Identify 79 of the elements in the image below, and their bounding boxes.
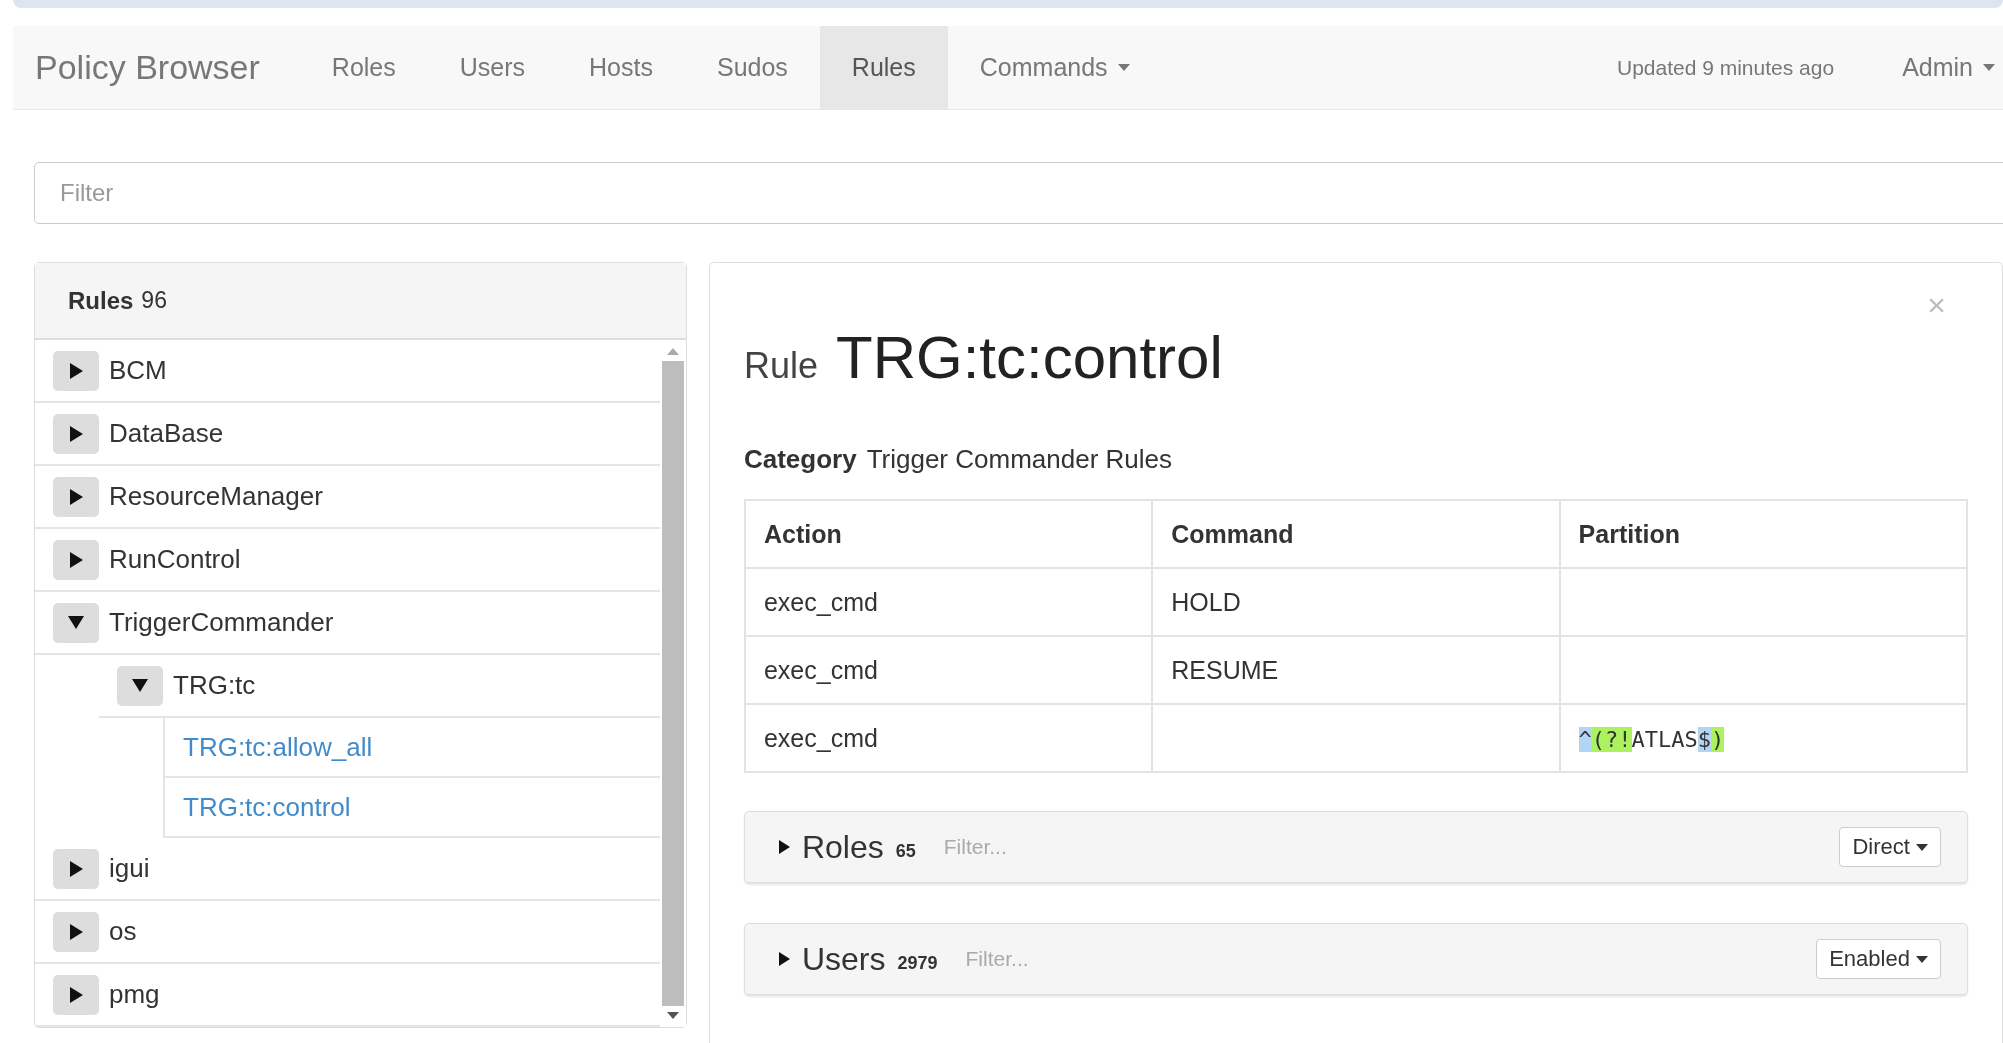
section-toggle[interactable]: Roles	[778, 828, 884, 866]
caret-icon	[1117, 64, 1130, 71]
tree-row[interactable]: RunControl	[35, 529, 660, 592]
caret-right-icon	[69, 923, 83, 940]
caret-right-icon	[778, 952, 790, 966]
tree-row[interactable]: ResourceManager	[35, 466, 660, 529]
expand-toggle[interactable]	[53, 974, 99, 1015]
table-cell: exec_cmd	[763, 723, 878, 752]
expand-toggle[interactable]	[53, 911, 99, 952]
tree-row[interactable]: TRG:tc:allow_all	[163, 718, 660, 778]
caret-icon	[1983, 64, 1995, 71]
group-name: TRG:tc	[173, 670, 256, 701]
column-header: Partition	[1559, 500, 1967, 568]
nav-link[interactable]: Sudos	[684, 26, 820, 109]
caret-icon	[1915, 955, 1928, 963]
regex-pattern: ^(?!ATLAS$)	[1578, 726, 1725, 752]
update-status: Updated 9 minutes ago	[1616, 54, 1836, 81]
category-label: Category	[743, 444, 857, 475]
caret-right-icon	[69, 551, 83, 568]
section-dropdown[interactable]: Enabled	[1816, 939, 1941, 979]
group-name: igui	[109, 853, 150, 884]
tree-row[interactable]: TriggerCommander	[35, 592, 660, 655]
section-count: 2979	[897, 952, 938, 974]
caret-down-icon	[132, 679, 148, 692]
group-name: BCM	[109, 355, 167, 386]
table-cell: RESUME	[1171, 655, 1279, 684]
caret-right-icon	[69, 425, 83, 442]
rule-link[interactable]: TRG:tc:allow_all	[183, 731, 373, 763]
nav-link[interactable]: Rules	[819, 26, 948, 109]
caret-right-icon	[69, 488, 83, 505]
caret-right-icon	[778, 840, 790, 854]
expand-toggle[interactable]	[53, 539, 99, 580]
tree-row[interactable]: os	[35, 901, 660, 964]
group-name: DataBase	[109, 418, 224, 449]
rule-link[interactable]: TRG:tc:control	[183, 791, 351, 823]
group-name: RunControl	[109, 544, 241, 575]
expand-toggle[interactable]	[53, 602, 99, 643]
caret-right-icon	[69, 860, 83, 877]
panel-title: Rules	[68, 286, 134, 315]
expand-toggle[interactable]	[53, 413, 99, 454]
nav-link[interactable]: Users	[427, 26, 558, 109]
section-toggle[interactable]: Users	[778, 940, 886, 978]
category-value: Trigger Commander Rules	[866, 444, 1172, 475]
nav-dropdown[interactable]: Commands	[947, 26, 1162, 109]
tree-row[interactable]: TRG:tc	[99, 655, 660, 718]
caret-icon	[1915, 843, 1928, 851]
heading-prefix: Rule	[743, 345, 818, 387]
group-name: os	[109, 916, 137, 947]
caret-right-icon	[69, 362, 83, 379]
caret-right-icon	[69, 986, 83, 1003]
expand-toggle[interactable]	[53, 848, 99, 889]
scroll-down-icon[interactable]	[666, 1012, 679, 1019]
tree-row[interactable]: DataBase	[35, 403, 660, 466]
group-name: TriggerCommander	[109, 607, 334, 638]
expand-toggle[interactable]	[53, 476, 99, 517]
section-dropdown[interactable]: Direct	[1839, 827, 1941, 867]
tree-row[interactable]: TRG:tc:control	[163, 778, 660, 838]
tree-row[interactable]: BCM	[35, 340, 660, 403]
expand-toggle[interactable]	[117, 665, 163, 706]
brand-link[interactable]: Policy Browser	[13, 26, 300, 109]
scroll-thumb[interactable]	[661, 361, 684, 1006]
filter-field[interactable]: Filter	[34, 162, 2003, 224]
caret-down-icon	[68, 616, 84, 629]
tree-row[interactable]: pmg	[35, 964, 660, 1027]
group-name: ResourceManager	[109, 481, 323, 512]
group-name: pmg	[109, 979, 160, 1010]
rule-count: 96	[141, 287, 167, 314]
table-cell: HOLD	[1171, 587, 1241, 616]
column-header: Command	[1152, 500, 1560, 568]
expand-toggle[interactable]	[53, 350, 99, 391]
section-count: 65	[895, 840, 916, 862]
table-cell: exec_cmd	[763, 655, 878, 684]
column-header: Action	[744, 500, 1153, 568]
user-menu[interactable]: Admin	[1870, 26, 2003, 109]
table-cell: exec_cmd	[763, 587, 878, 616]
tree-row[interactable]: igui	[35, 838, 660, 901]
nav-link[interactable]: Roles	[299, 26, 428, 109]
rule-title: TRG:tc:control	[836, 323, 1223, 392]
nav-link[interactable]: Hosts	[557, 26, 685, 109]
